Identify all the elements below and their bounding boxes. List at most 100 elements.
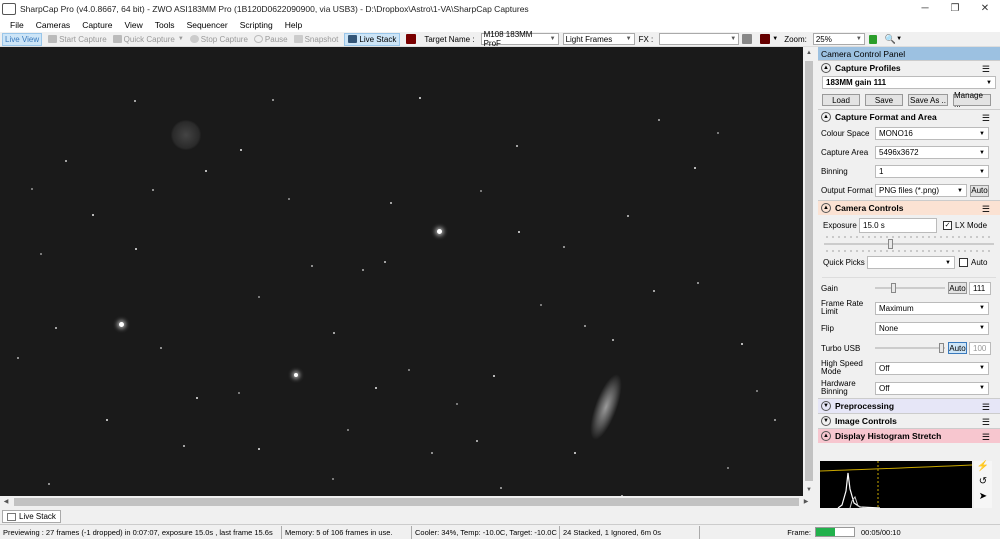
chevron-up-icon[interactable]: ▲ [821, 112, 831, 122]
quick-picks-auto-checkbox[interactable] [959, 258, 968, 267]
hamburger-icon[interactable]: ☰ [982, 432, 990, 443]
menu-capture[interactable]: Capture [76, 20, 118, 30]
target-name-select[interactable]: M108 183MM ProF ▼ [480, 30, 559, 48]
gain-auto-button[interactable]: Auto [948, 282, 967, 294]
star [390, 202, 392, 204]
fx-label: FX : [638, 34, 654, 44]
menu-help[interactable]: Help [279, 20, 308, 30]
frame-progress-bar [815, 527, 855, 537]
horizontal-scroll-thumb[interactable] [14, 498, 799, 506]
live-view-button[interactable]: Live View [2, 32, 43, 46]
load-profile-button[interactable]: Load [822, 94, 860, 106]
star [741, 343, 743, 345]
chevron-down-icon: ▼ [979, 365, 985, 371]
auto-stretch-lightning-icon[interactable]: ⚡ [974, 461, 992, 476]
live-stack-button[interactable]: Live Stack [344, 32, 401, 46]
camera-controls-section-header[interactable]: ▲ Camera Controls ☰ [818, 200, 1000, 215]
chevron-up-icon[interactable]: ▲ [821, 203, 831, 213]
reset-stretch-icon[interactable]: ↺ [974, 476, 992, 491]
stack-status: 24 Stacked, 1 Ignored, 6m 0s [560, 525, 700, 539]
maximize-button[interactable]: ❐ [940, 0, 970, 17]
exposure-slider[interactable] [824, 239, 994, 249]
histogram-display[interactable] [819, 461, 973, 508]
vertical-scroll-thumb[interactable] [805, 61, 813, 481]
preprocessing-section-header[interactable]: ▼ Preprocessing ☰ [818, 398, 1000, 413]
quick-picks-select[interactable]: ▼ [867, 256, 955, 269]
gain-slider[interactable] [875, 283, 945, 293]
menu-sequencer[interactable]: Sequencer [181, 20, 234, 30]
colour-space-select[interactable]: MONO16 ▼ [875, 127, 989, 140]
scroll-right-arrow[interactable]: ▶ [800, 496, 812, 508]
lx-mode-checkbox[interactable]: ✓ [943, 220, 952, 230]
snapshot-button[interactable]: Snapshot [293, 35, 338, 44]
capture-format-section-header[interactable]: ▲ Capture Format and Area ☰ [818, 109, 1000, 124]
frame-type-select[interactable]: Light Frames ▼ [562, 33, 635, 45]
settings-arrow-icon[interactable]: ➤ [974, 491, 992, 506]
output-format-select[interactable]: PNG files (*.png) ▼ [875, 184, 967, 197]
star [563, 246, 565, 248]
flip-select[interactable]: None ▼ [875, 321, 989, 335]
horizontal-scrollbar[interactable]: ◀ ▶ [0, 496, 815, 508]
color-mode-button[interactable]: ▼ [760, 34, 778, 44]
minimize-button[interactable]: ─ [910, 0, 940, 17]
magnifier-button[interactable]: 🔍 ▼ [885, 34, 902, 45]
menu-file[interactable]: File [4, 20, 30, 30]
scroll-down-arrow[interactable]: ▼ [803, 484, 815, 496]
chevron-down-icon[interactable]: ▼ [821, 401, 831, 411]
hamburger-icon[interactable]: ☰ [982, 204, 990, 215]
turbo-usb-slider[interactable] [875, 343, 945, 353]
hamburger-icon[interactable]: ☰ [982, 113, 990, 124]
star [160, 347, 162, 349]
reticle-button[interactable] [742, 34, 754, 44]
scroll-left-arrow[interactable]: ◀ [0, 496, 12, 508]
star [717, 132, 719, 134]
hamburger-icon[interactable]: ☰ [982, 402, 990, 413]
chevron-up-icon[interactable]: ▲ [821, 63, 831, 73]
start-capture-button[interactable]: Start Capture [48, 35, 107, 44]
menu-view[interactable]: View [118, 20, 148, 30]
image-controls-section-header[interactable]: ▼ Image Controls ☰ [818, 413, 1000, 428]
turbo-usb-auto-button[interactable]: Auto [948, 342, 967, 354]
image-viewport[interactable] [0, 47, 803, 496]
close-button[interactable]: ✕ [970, 0, 1000, 17]
frame-rate-select[interactable]: Maximum ▼ [875, 301, 989, 315]
exposure-input[interactable]: 15.0 s [859, 217, 937, 233]
binning-select[interactable]: 1 ▼ [875, 165, 989, 178]
save-profile-button[interactable]: Save [865, 94, 903, 106]
quick-capture-button[interactable]: Quick Capture ▼ [112, 35, 184, 44]
red-mode-button[interactable] [406, 34, 418, 44]
capture-format-heading: Capture Format and Area [835, 112, 937, 122]
capture-area-select[interactable]: 5496x3672 ▼ [875, 146, 989, 159]
capture-profile-select[interactable]: 183MM gain 111 ▼ [822, 76, 996, 89]
star [694, 167, 696, 169]
save-as-profile-button[interactable]: Save As .. [908, 94, 948, 106]
tab-live-stack[interactable]: Live Stack [2, 510, 61, 523]
pause-button[interactable]: Pause [253, 35, 288, 44]
histogram-tools: ⚡ ↺ ➤ [974, 461, 992, 508]
hamburger-icon[interactable]: ☰ [982, 64, 990, 75]
zoom-select[interactable]: 25% ▼ [812, 33, 865, 45]
vertical-scrollbar[interactable]: ▲ ▼ [803, 47, 815, 496]
menu-scripting[interactable]: Scripting [234, 20, 279, 30]
gain-value-input[interactable]: 111 [969, 281, 991, 295]
output-format-auto-button[interactable]: Auto [970, 184, 989, 197]
turbo-usb-value-input[interactable]: 100 [969, 341, 991, 355]
manage-profiles-button[interactable]: Manage ... [953, 91, 991, 109]
frame-label: Frame: [787, 527, 811, 537]
star [653, 290, 655, 292]
menu-cameras[interactable]: Cameras [30, 20, 76, 30]
high-speed-mode-select[interactable]: Off ▼ [875, 361, 989, 375]
star [476, 440, 478, 442]
hardware-binning-select[interactable]: Off ▼ [875, 381, 989, 395]
stop-capture-button[interactable]: Stop Capture [189, 35, 248, 44]
hamburger-icon[interactable]: ☰ [982, 417, 990, 428]
scroll-up-arrow[interactable]: ▲ [803, 47, 815, 59]
star [294, 373, 298, 377]
chevron-down-icon[interactable]: ▼ [821, 416, 831, 426]
fx-select[interactable]: ▼ [659, 33, 740, 45]
histogram-section-header[interactable]: ▲ Display Histogram Stretch ☰ [818, 428, 1000, 443]
histogram-toggle-button[interactable] [868, 34, 879, 44]
menu-tools[interactable]: Tools [149, 20, 181, 30]
capture-profiles-section-header[interactable]: ▲ Capture Profiles ☰ [818, 60, 1000, 75]
chevron-up-icon[interactable]: ▲ [821, 431, 831, 441]
